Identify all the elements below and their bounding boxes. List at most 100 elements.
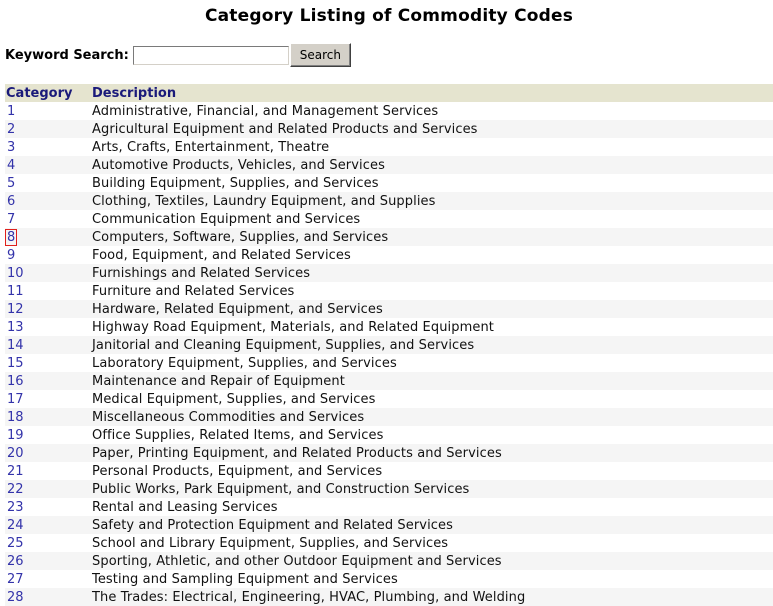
category-link[interactable]: 18 <box>6 410 25 425</box>
category-link[interactable]: 26 <box>6 554 25 569</box>
category-link[interactable]: 5 <box>6 176 16 191</box>
category-link[interactable]: 20 <box>6 446 25 461</box>
category-cell: 15 <box>5 354 91 372</box>
category-description: Rental and Leasing Services <box>91 498 773 516</box>
category-cell: 23 <box>5 498 91 516</box>
category-link[interactable]: 21 <box>6 464 25 479</box>
category-link[interactable]: 8 <box>4 228 18 246</box>
category-cell: 12 <box>5 300 91 318</box>
category-link[interactable]: 13 <box>6 320 25 335</box>
category-link[interactable]: 3 <box>6 140 16 155</box>
category-link[interactable]: 23 <box>6 500 25 515</box>
category-link[interactable]: 10 <box>6 266 25 281</box>
category-link[interactable]: 28 <box>6 590 25 605</box>
category-link[interactable]: 2 <box>6 122 16 137</box>
category-link[interactable]: 22 <box>6 482 25 497</box>
table-row: 5 Building Equipment, Supplies, and Servi… <box>5 174 773 192</box>
category-description: Computers, Software, Supplies, and Servi… <box>91 228 773 246</box>
category-cell: 14 <box>5 336 91 354</box>
category-cell: 17 <box>5 390 91 408</box>
category-description: Public Works, Park Equipment, and Constr… <box>91 480 773 498</box>
category-cell: 3 <box>5 138 91 156</box>
category-link[interactable]: 14 <box>6 338 25 353</box>
category-link[interactable]: 19 <box>6 428 25 443</box>
table-row: 23 Rental and Leasing Services <box>5 498 773 516</box>
category-cell: 27 <box>5 570 91 588</box>
table-row: 12 Hardware, Related Equipment, and Servi… <box>5 300 773 318</box>
category-link[interactable]: 4 <box>6 158 16 173</box>
table-row: 22 Public Works, Park Equipment, and Cons… <box>5 480 773 498</box>
category-description: Furniture and Related Services <box>91 282 773 300</box>
category-description: Miscellaneous Commodities and Services <box>91 408 773 426</box>
category-description: Administrative, Financial, and Managemen… <box>91 102 773 120</box>
category-cell: 4 <box>5 156 91 174</box>
category-cell: 10 <box>5 264 91 282</box>
table-row: 27 Testing and Sampling Equipment and Ser… <box>5 570 773 588</box>
category-description: Laboratory Equipment, Supplies, and Serv… <box>91 354 773 372</box>
category-cell: 11 <box>5 282 91 300</box>
category-description: Personal Products, Equipment, and Servic… <box>91 462 773 480</box>
category-cell: 1 <box>5 102 91 120</box>
category-cell: 9 <box>5 246 91 264</box>
column-header-category: Category <box>5 84 91 102</box>
category-description: Arts, Crafts, Entertainment, Theatre <box>91 138 773 156</box>
category-link[interactable]: 27 <box>6 572 25 587</box>
category-link[interactable]: 17 <box>6 392 25 407</box>
category-link[interactable]: 24 <box>6 518 25 533</box>
page-title: Category Listing of Commodity Codes <box>204 6 574 26</box>
table-row: 6 Clothing, Textiles, Laundry Equipment, … <box>5 192 773 210</box>
table-row: 21 Personal Products, Equipment, and Serv… <box>5 462 773 480</box>
table-row: 9 Food, Equipment, and Related Services <box>5 246 773 264</box>
category-cell: 18 <box>5 408 91 426</box>
table-row: 26 Sporting, Athletic, and other Outdoor … <box>5 552 773 570</box>
table-row: 4 Automotive Products, Vehicles, and Serv… <box>5 156 773 174</box>
category-link[interactable]: 9 <box>6 248 16 263</box>
category-description: Office Supplies, Related Items, and Serv… <box>91 426 773 444</box>
category-description: Furnishings and Related Services <box>91 264 773 282</box>
category-cell: 13 <box>5 318 91 336</box>
table-row: 7 Communication Equipment and Services <box>5 210 773 228</box>
category-description: Automotive Products, Vehicles, and Servi… <box>91 156 773 174</box>
category-description: Clothing, Textiles, Laundry Equipment, a… <box>91 192 773 210</box>
category-description: Agricultural Equipment and Related Produ… <box>91 120 773 138</box>
category-cell: 8 <box>4 228 91 246</box>
category-description: Paper, Printing Equipment, and Related P… <box>91 444 773 462</box>
category-description: Highway Road Equipment, Materials, and R… <box>91 318 773 336</box>
column-header-description: Description <box>91 84 773 102</box>
category-description: Testing and Sampling Equipment and Servi… <box>91 570 773 588</box>
category-cell: 16 <box>5 372 91 390</box>
table-row: 14 Janitorial and Cleaning Equipment, Sup… <box>5 336 773 354</box>
table-row: 3 Arts, Crafts, Entertainment, Theatre <box>5 138 773 156</box>
category-description: Janitorial and Cleaning Equipment, Suppl… <box>91 336 773 354</box>
category-cell: 20 <box>5 444 91 462</box>
category-link[interactable]: 7 <box>6 212 16 227</box>
category-link[interactable]: 6 <box>6 194 16 209</box>
search-button[interactable]: Search <box>289 43 351 67</box>
table-row: 13 Highway Road Equipment, Materials, and… <box>5 318 773 336</box>
table-row: 8 Computers, Software, Supplies, and Serv… <box>4 228 773 246</box>
table-row: 10 Furnishings and Related Services <box>5 264 773 282</box>
category-description: Communication Equipment and Services <box>91 210 773 228</box>
keyword-search-input[interactable] <box>132 45 289 65</box>
category-cell: 6 <box>5 192 91 210</box>
category-link[interactable]: 1 <box>6 104 16 119</box>
category-cell: 28 <box>5 588 91 606</box>
keyword-search-form: Keyword Search: Search <box>5 43 351 67</box>
category-link[interactable]: 15 <box>6 356 25 371</box>
category-cell: 24 <box>5 516 91 534</box>
table-row: 2 Agricultural Equipment and Related Prod… <box>5 120 773 138</box>
table-row: 1 Administrative, Financial, and Manageme… <box>5 102 773 120</box>
category-description: The Trades: Electrical, Engineering, HVA… <box>91 588 773 606</box>
category-description: Building Equipment, Supplies, and Servic… <box>91 174 773 192</box>
commodity-category-table: Category Description 1 Administrative, Fi… <box>4 84 773 606</box>
category-cell: 7 <box>5 210 91 228</box>
category-description: School and Library Equipment, Supplies, … <box>91 534 773 552</box>
table-row: 25 School and Library Equipment, Supplies… <box>5 534 773 552</box>
keyword-search-label: Keyword Search: <box>5 47 129 63</box>
table-row: 24 Safety and Protection Equipment and Re… <box>5 516 773 534</box>
category-link[interactable]: 11 <box>6 284 25 299</box>
category-link[interactable]: 16 <box>6 374 25 389</box>
category-link[interactable]: 25 <box>6 536 25 551</box>
category-link[interactable]: 12 <box>6 302 25 317</box>
table-row: 19 Office Supplies, Related Items, and Se… <box>5 426 773 444</box>
